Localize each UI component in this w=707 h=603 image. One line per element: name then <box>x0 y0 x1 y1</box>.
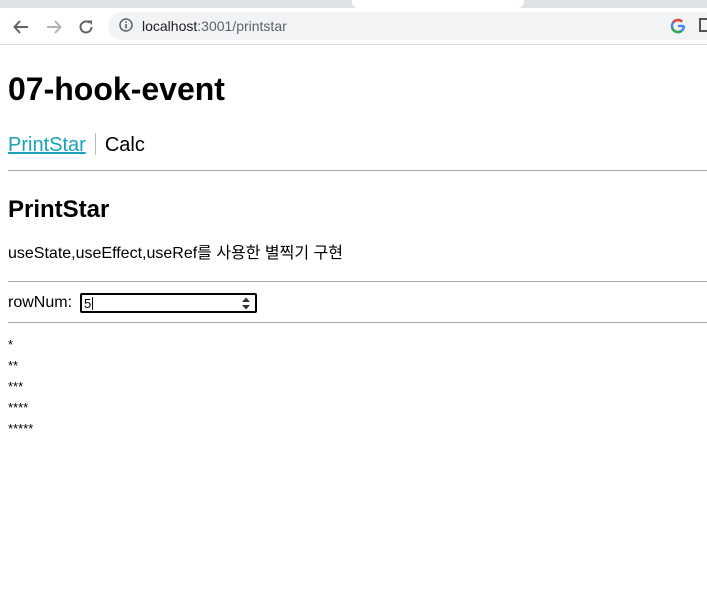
tab-strip <box>0 0 707 8</box>
reload-button[interactable] <box>75 18 97 36</box>
divider <box>8 322 707 323</box>
page-title: 07-hook-event <box>8 71 225 107</box>
active-tab[interactable] <box>352 0 524 8</box>
divider <box>8 170 707 171</box>
text-caret <box>92 297 93 310</box>
section-title: PrintStar <box>8 196 110 223</box>
star-row: ***** <box>8 421 34 436</box>
url-text: localhost:3001/printstar <box>142 18 287 34</box>
spinner-arrows-icon[interactable] <box>241 296 251 311</box>
google-icon[interactable] <box>670 18 686 34</box>
star-row: * <box>8 337 14 352</box>
nav-link-calc[interactable]: Calc <box>105 134 145 156</box>
star-output: * ** *** **** ***** <box>8 334 33 439</box>
forward-button[interactable] <box>43 18 65 36</box>
back-button[interactable] <box>10 18 32 36</box>
nav-link-printstar[interactable]: PrintStar <box>8 134 86 156</box>
nav-separator <box>94 133 96 155</box>
arrow-right-icon <box>47 20 62 34</box>
star-row: *** <box>8 379 24 394</box>
rownum-input[interactable]: 5 <box>80 293 257 313</box>
reload-icon <box>79 20 93 34</box>
browser-toolbar: localhost:3001/printstar <box>0 8 707 45</box>
description-text: useState,useEffect,useRef를 사용한 별찍기 구현 <box>8 245 343 262</box>
rownum-value: 5 <box>84 296 92 311</box>
nav-links: PrintStar Calc <box>8 133 145 157</box>
extension-icon[interactable] <box>699 18 707 32</box>
rownum-label: rowNum: <box>8 294 73 311</box>
star-row: ** <box>8 358 19 373</box>
arrow-left-icon <box>13 20 28 34</box>
info-icon[interactable] <box>119 18 133 32</box>
address-bar[interactable]: localhost:3001/printstar <box>108 12 707 40</box>
star-row: **** <box>8 400 29 415</box>
divider <box>8 281 707 282</box>
